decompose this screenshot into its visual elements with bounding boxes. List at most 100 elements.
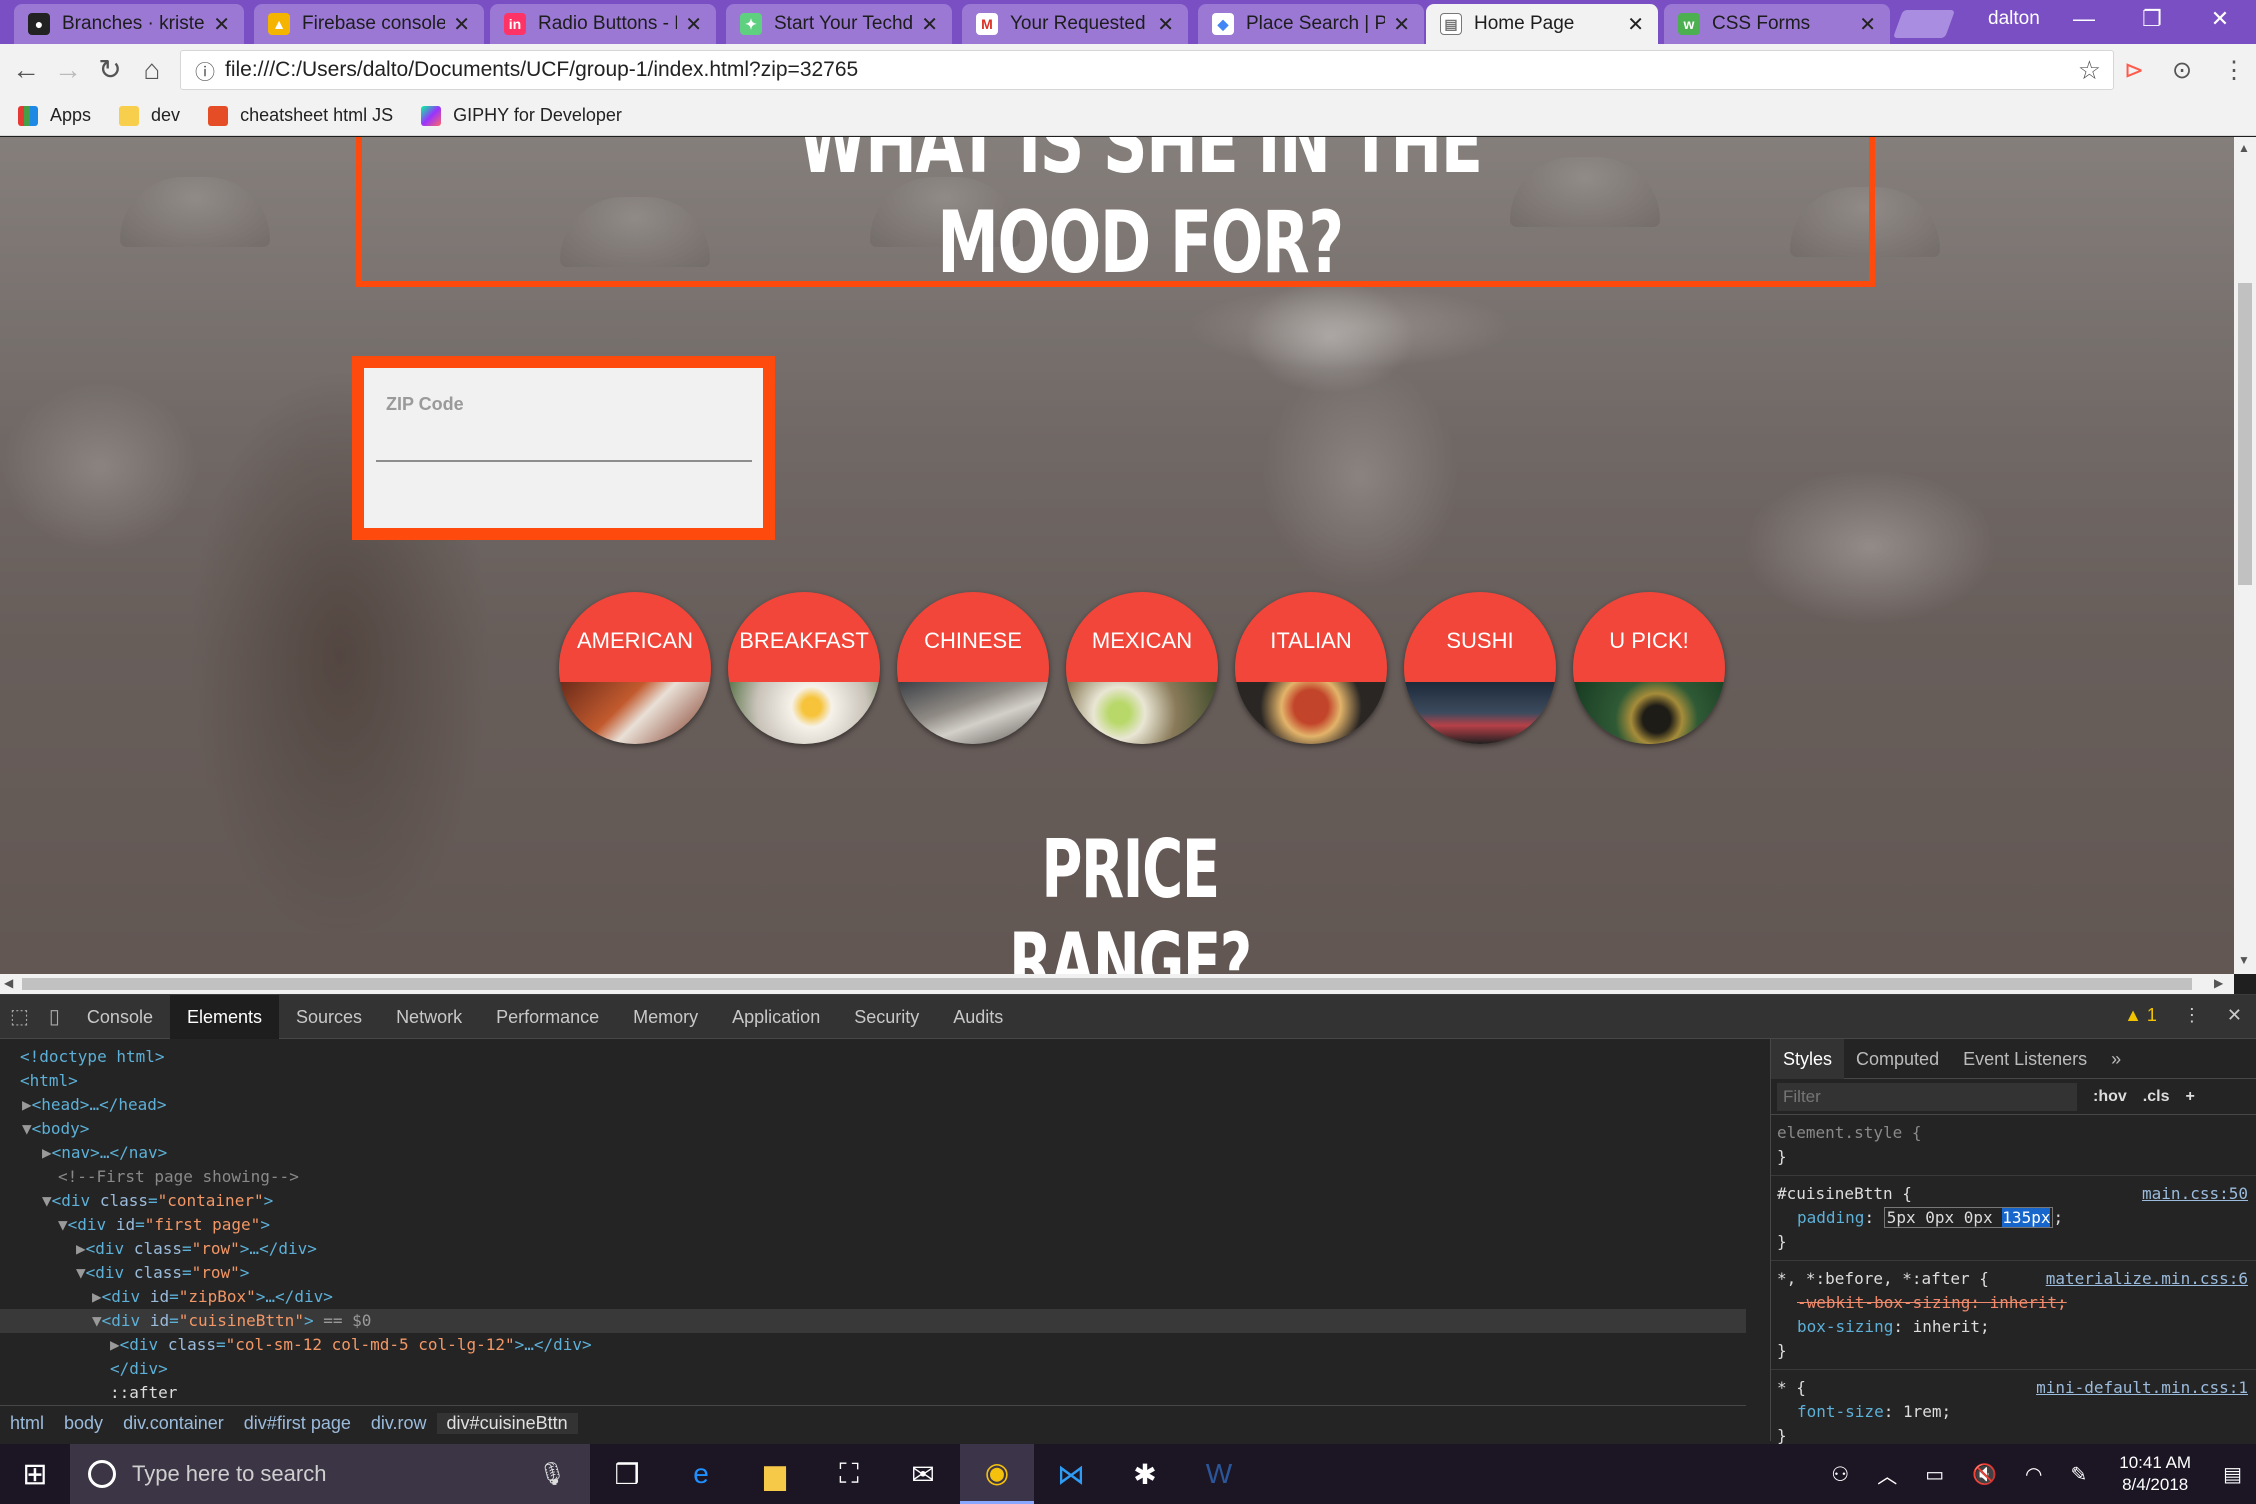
home-icon[interactable]: ⌂: [134, 54, 170, 86]
dom-node[interactable]: ▶<div class="row">…</div>: [0, 1237, 1746, 1261]
dom-node[interactable]: ▼<body>: [0, 1117, 1746, 1141]
close-icon[interactable]: ✕: [213, 12, 230, 37]
vscode-icon[interactable]: ⋈: [1034, 1444, 1108, 1504]
task-view-icon[interactable]: ❒: [590, 1444, 664, 1504]
collapse-triangle-icon[interactable]: ▼: [58, 1215, 68, 1234]
expand-triangle-icon[interactable]: ▶: [42, 1143, 52, 1162]
new-tab-button[interactable]: [1892, 10, 1956, 38]
css-property[interactable]: padding: [1777, 1208, 1864, 1227]
add-rule-icon[interactable]: +: [2185, 1088, 2194, 1106]
tab-sources[interactable]: Sources: [279, 995, 379, 1039]
dom-node[interactable]: ▼<div class="container">: [0, 1189, 1746, 1213]
css-value-editor[interactable]: 5px 0px 0px 135px: [1883, 1207, 2054, 1228]
close-icon[interactable]: ✕: [1859, 12, 1876, 37]
microphone-icon[interactable]: 🎙: [538, 1461, 566, 1487]
collapse-triangle-icon[interactable]: ▼: [42, 1191, 52, 1210]
browser-tab[interactable]: ✦ Start Your Techdeg ✕: [726, 4, 952, 44]
close-window-icon[interactable]: ✕: [2190, 6, 2250, 32]
breadcrumb-item[interactable]: div#first page: [234, 1413, 361, 1434]
dom-node[interactable]: ▶<div id="zipBox">…</div>: [0, 1285, 1746, 1309]
close-icon[interactable]: ✕: [1627, 12, 1644, 37]
tab-audits[interactable]: Audits: [936, 995, 1020, 1039]
dom-node[interactable]: <html>: [0, 1069, 1746, 1093]
scroll-right-arrow-icon[interactable]: ▶: [2214, 976, 2223, 990]
horizontal-scrollbar[interactable]: ◀ ▶: [0, 974, 2234, 994]
pen-icon[interactable]: ✎: [2057, 1462, 2102, 1487]
collapse-triangle-icon[interactable]: ▼: [22, 1119, 32, 1138]
bookmark-cheatsheet[interactable]: cheatsheet html JS: [208, 105, 393, 126]
browser-tab[interactable]: M Your Requested O ✕: [962, 4, 1188, 44]
store-icon[interactable]: ⛶: [812, 1444, 886, 1504]
scroll-up-arrow-icon[interactable]: ▲: [2238, 141, 2250, 155]
scroll-left-arrow-icon[interactable]: ◀: [4, 976, 13, 990]
word-icon[interactable]: W: [1182, 1444, 1256, 1504]
action-center-icon[interactable]: ▤: [2209, 1462, 2256, 1487]
bookmark-apps[interactable]: Apps: [18, 105, 91, 126]
cuisine-button-breakfast[interactable]: BREAKFAST: [728, 592, 880, 744]
dom-node[interactable]: <!doctype html>: [0, 1045, 1746, 1069]
hover-state-toggle[interactable]: :hov: [2093, 1088, 2127, 1106]
tab-memory[interactable]: Memory: [616, 995, 715, 1039]
breadcrumb-item[interactable]: body: [54, 1413, 113, 1434]
css-value[interactable]: inherit;: [1913, 1317, 1990, 1336]
reload-icon[interactable]: ↻: [92, 54, 128, 86]
tab-application[interactable]: Application: [715, 995, 837, 1039]
edge-icon[interactable]: e: [664, 1444, 738, 1504]
slack-icon[interactable]: ✱: [1108, 1444, 1182, 1504]
extension-icon[interactable]: ⊙: [2172, 56, 2192, 85]
clock[interactable]: 10:41 AM 8/4/2018: [2101, 1452, 2209, 1496]
bookmark-giphy[interactable]: GIPHY for Developer: [421, 105, 622, 126]
vertical-scrollbar[interactable]: ▲ ▼: [2234, 137, 2256, 974]
scrollbar-thumb[interactable]: [2238, 283, 2252, 585]
css-value[interactable]: 1rem;: [1903, 1402, 1951, 1421]
mail-icon[interactable]: ✉: [886, 1444, 960, 1504]
dom-node[interactable]: ▶<head>…</head>: [0, 1093, 1746, 1117]
cuisine-button-chinese[interactable]: CHINESE: [897, 592, 1049, 744]
browser-tab-active[interactable]: ▤ Home Page ✕: [1426, 4, 1658, 44]
back-icon[interactable]: ←: [8, 54, 44, 86]
volume-muted-icon[interactable]: 🔇: [1958, 1462, 2011, 1487]
cuisine-button-u-pick[interactable]: U PICK!: [1573, 592, 1725, 744]
close-icon[interactable]: ✕: [1157, 12, 1174, 37]
dom-node[interactable]: ::after: [0, 1381, 1746, 1405]
cuisine-button-sushi[interactable]: SUSHI: [1404, 592, 1556, 744]
rule-source-link[interactable]: main.css:50: [2142, 1182, 2248, 1206]
bookmark-star-icon[interactable]: ☆: [2078, 55, 2101, 86]
forward-icon[interactable]: →: [50, 54, 86, 86]
tab-network[interactable]: Network: [379, 995, 479, 1039]
expand-triangle-icon[interactable]: ▶: [92, 1287, 102, 1306]
close-icon[interactable]: ✕: [453, 12, 470, 37]
browser-tab[interactable]: w CSS Forms ✕: [1664, 4, 1890, 44]
file-explorer-icon[interactable]: ▆: [738, 1444, 812, 1504]
styles-filter-input[interactable]: [1777, 1082, 2077, 1111]
dom-node[interactable]: ▼<div id="first page">: [0, 1213, 1746, 1237]
close-devtools-icon[interactable]: ✕: [2227, 1005, 2242, 1026]
browser-tab[interactable]: ● Branches · kristenn ✕: [14, 4, 244, 44]
dom-node[interactable]: <!--First page showing-->: [0, 1165, 1746, 1189]
profile-name[interactable]: dalton: [1988, 8, 2040, 30]
tab-console[interactable]: Console: [70, 995, 170, 1039]
browser-tab[interactable]: ▲ Firebase console ✕: [254, 4, 484, 44]
tab-elements[interactable]: Elements: [169, 994, 280, 1039]
breadcrumb-item[interactable]: html: [0, 1413, 54, 1434]
cuisine-button-american[interactable]: AMERICAN: [559, 592, 711, 744]
extension-icon[interactable]: ⊳: [2124, 56, 2144, 85]
tab-styles[interactable]: Styles: [1771, 1038, 1845, 1079]
show-hidden-icons-icon[interactable]: ︿: [1863, 1460, 1911, 1489]
taskbar-search[interactable]: Type here to search 🎙: [70, 1444, 590, 1504]
scrollbar-thumb[interactable]: [22, 978, 2192, 990]
wifi-icon[interactable]: ◠: [2011, 1462, 2056, 1487]
devtools-menu-icon[interactable]: ⋮: [2183, 1005, 2201, 1026]
css-overridden-declaration[interactable]: -webkit-box-sizing: inherit;: [1777, 1291, 2250, 1315]
close-icon[interactable]: ✕: [685, 12, 702, 37]
breadcrumb-item[interactable]: div.row: [361, 1413, 437, 1434]
tab-computed[interactable]: Computed: [1844, 1039, 1951, 1079]
battery-icon[interactable]: ▭: [1911, 1462, 1958, 1487]
expand-triangle-icon[interactable]: ▶: [76, 1239, 86, 1258]
breadcrumb-item-active[interactable]: div#cuisineBttn: [436, 1413, 578, 1434]
close-icon[interactable]: ✕: [1393, 12, 1410, 37]
windows-start-icon[interactable]: ⊞: [0, 1444, 70, 1504]
close-icon[interactable]: ✕: [921, 12, 938, 37]
css-property[interactable]: box-sizing: [1777, 1317, 1893, 1336]
dom-node[interactable]: ▶<div class="col-sm-12 col-md-5 col-lg-1…: [0, 1333, 1746, 1357]
